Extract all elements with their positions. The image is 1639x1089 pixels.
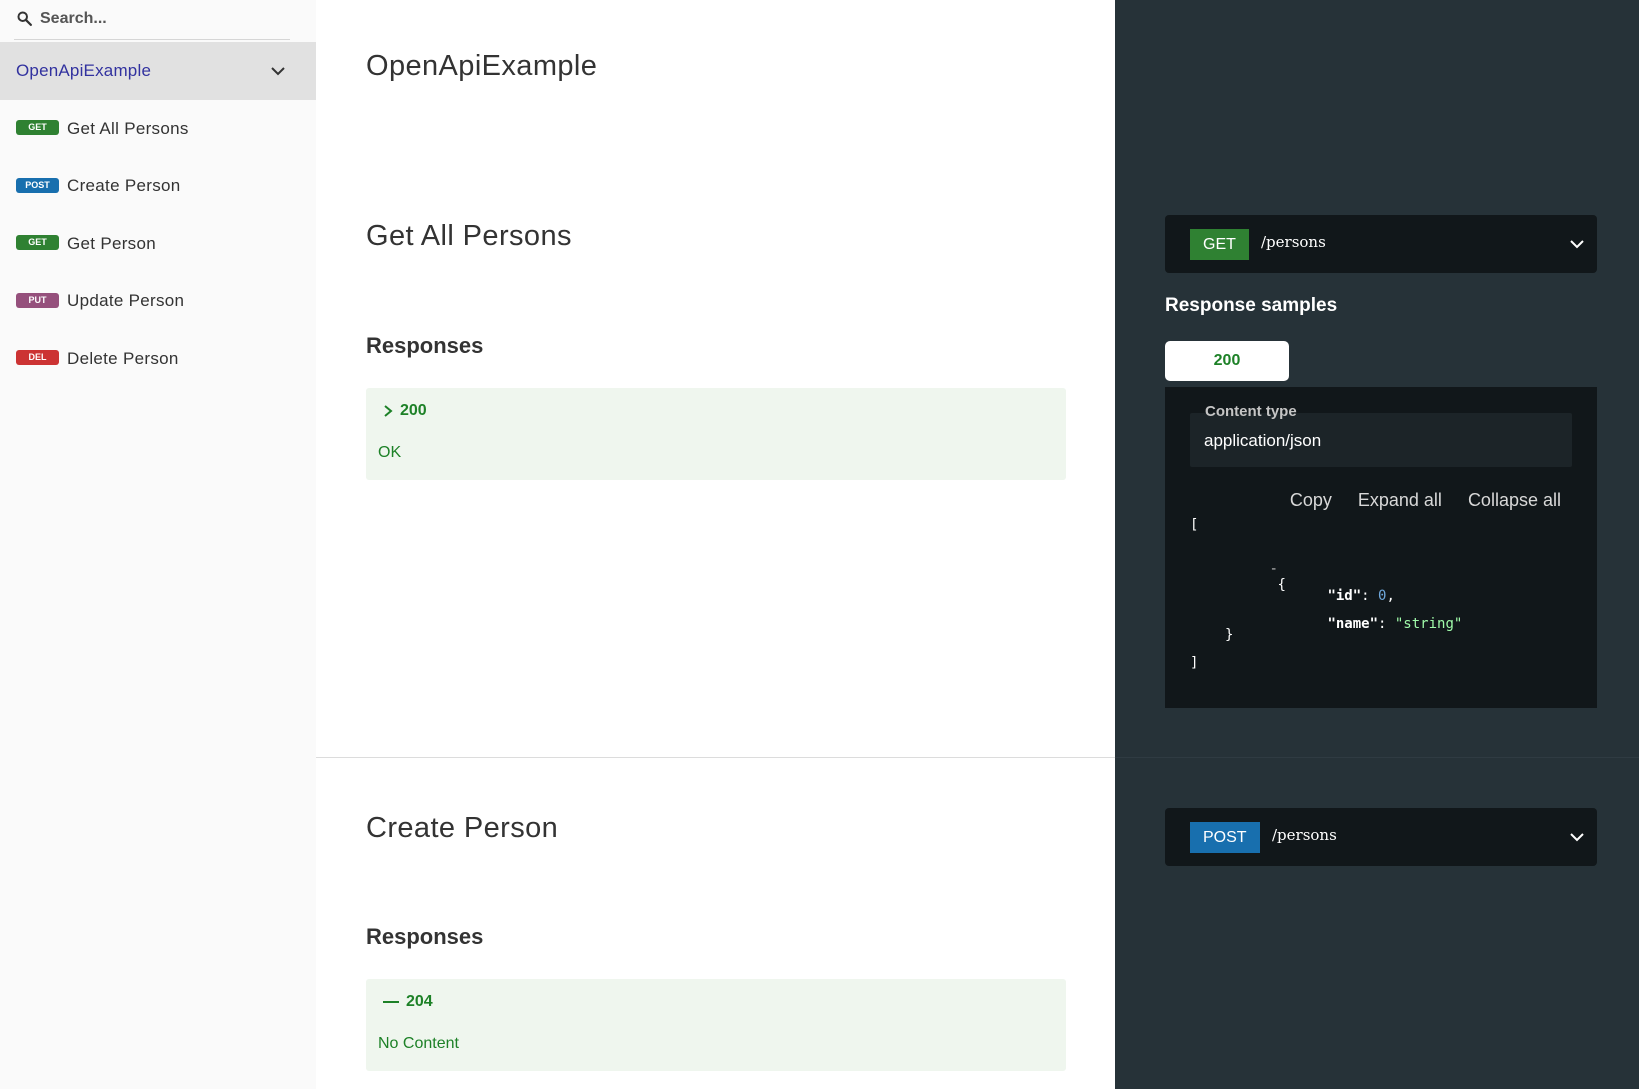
sidebar-item-delete-person[interactable]: DEL Delete Person xyxy=(0,330,316,388)
search-box xyxy=(14,0,290,40)
json-value-name: "string" xyxy=(1394,616,1463,632)
json-close-brace: } xyxy=(1225,627,1234,643)
sample-toolbar: Copy Expand all Collapse all xyxy=(1290,490,1561,511)
collapse-all-button[interactable]: Collapse all xyxy=(1468,490,1561,511)
endpoint-path: /persons xyxy=(1261,233,1326,251)
response-code: 204 xyxy=(406,993,433,1010)
chevron-down-icon xyxy=(1570,240,1584,249)
sidebar-item-get-person[interactable]: GET Get Person xyxy=(0,215,316,273)
search-icon xyxy=(17,11,33,27)
sidebar-group-openapiexample[interactable]: OpenApiExample xyxy=(0,42,316,100)
endpoint-get-persons[interactable]: GET /persons xyxy=(1165,215,1597,273)
chevron-down-icon xyxy=(271,67,285,76)
chevron-down-icon xyxy=(1570,833,1584,842)
section-divider-dark xyxy=(1115,757,1639,758)
sidebar-item-update-person[interactable]: PUT Update Person xyxy=(0,273,316,331)
endpoint-path: /persons xyxy=(1272,826,1337,844)
copy-button[interactable]: Copy xyxy=(1290,490,1332,511)
json-key-name: "name" xyxy=(1327,616,1379,632)
method-badge-put: PUT xyxy=(16,292,59,308)
method-badge-post: POST xyxy=(16,177,59,193)
content-type-box[interactable]: application/json xyxy=(1190,413,1572,467)
dash-icon xyxy=(383,1001,399,1003)
content-type-label: Content type xyxy=(1205,403,1297,420)
response-description: No Content xyxy=(378,1035,459,1052)
endpoint-method-badge: POST xyxy=(1190,822,1260,853)
response-code: 200 xyxy=(400,402,427,419)
main-content: OpenApiExample Get All Persons Responses… xyxy=(316,0,1115,1089)
json-open-bracket: [ xyxy=(1190,517,1199,533)
response-code-toggle[interactable]: 200 xyxy=(382,402,427,420)
sidebar-items: GET Get All Persons POST Create Person G… xyxy=(0,100,316,388)
response-code-row: 204 xyxy=(382,993,433,1011)
responses-heading: Responses xyxy=(366,333,484,358)
sidebar-item-label: Get Person xyxy=(67,233,156,253)
operation-title-get-all-persons: Get All Persons xyxy=(366,220,572,252)
response-samples-title: Response samples xyxy=(1165,295,1338,316)
chevron-right-icon xyxy=(384,405,393,417)
method-badge-get: GET xyxy=(16,235,59,251)
json-line-name: "name": "string" xyxy=(1327,616,1463,632)
method-badge-get: GET xyxy=(16,120,59,136)
response-200[interactable]: 200 OK xyxy=(366,388,1066,480)
expand-all-button[interactable]: Expand all xyxy=(1358,490,1442,511)
operation-title-create-person: Create Person xyxy=(366,812,559,844)
api-title: OpenApiExample xyxy=(366,50,598,82)
sidebar-item-label: Update Person xyxy=(67,291,185,311)
sidebar-group-label: OpenApiExample xyxy=(16,61,152,80)
sidebar-item-label: Create Person xyxy=(67,176,181,196)
response-description: OK xyxy=(378,444,402,461)
content-type-value: application/json xyxy=(1204,431,1322,450)
right-panel: GET /persons Response samples 200 applic… xyxy=(1115,0,1639,1089)
response-204: 204 No Content xyxy=(366,979,1066,1071)
sidebar-item-label: Delete Person xyxy=(67,348,179,368)
sidebar-item-label: Get All Persons xyxy=(67,118,189,138)
response-sample-tab-200[interactable]: 200 xyxy=(1165,341,1289,381)
endpoint-method-badge: GET xyxy=(1190,229,1249,260)
endpoint-post-persons[interactable]: POST /persons xyxy=(1165,808,1597,866)
method-badge-delete: DEL xyxy=(16,350,59,366)
response-sample-panel: application/json Content type Copy Expan… xyxy=(1165,387,1597,708)
json-close-bracket: ] xyxy=(1190,655,1199,671)
sidebar-item-get-all-persons[interactable]: GET Get All Persons xyxy=(0,100,316,158)
search-input[interactable] xyxy=(40,6,290,32)
sidebar-item-create-person[interactable]: POST Create Person xyxy=(0,158,316,216)
sidebar: OpenApiExample GET Get All Persons POST … xyxy=(0,0,316,1089)
responses-heading: Responses xyxy=(366,924,484,949)
